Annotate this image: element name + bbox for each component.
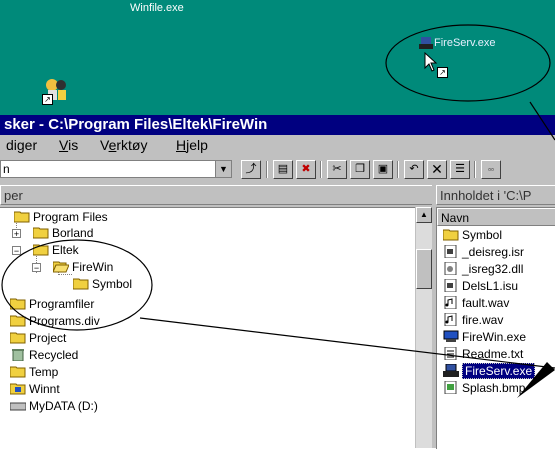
tree-item-recycled[interactable]: Recycled	[10, 347, 78, 364]
folder-icon	[10, 298, 26, 310]
list-item-fault-wav[interactable]: fault.wav	[443, 295, 509, 312]
delete-button[interactable]: ✕	[427, 160, 447, 179]
list-item-firewin-exe[interactable]: FireWin.exe	[443, 329, 526, 346]
expand-borland-button[interactable]: +	[12, 229, 21, 239]
title-bar[interactable]: sker - C:\Program Files\Eltek\FireWin	[0, 115, 555, 135]
toolbar-separator	[397, 161, 399, 178]
fireserv-desktop-label[interactable]: FireServ.exe	[434, 37, 496, 49]
pane-headers: per Innholdet i 'C:\P	[0, 185, 555, 205]
fireserv-shortcut-icon[interactable]	[419, 36, 433, 50]
properties-button[interactable]: ☰	[450, 160, 470, 179]
address-value: n	[3, 162, 10, 176]
toolbar-separator	[320, 161, 322, 178]
list-item-symbol[interactable]: Symbol	[443, 227, 502, 244]
tree-item-firewin[interactable]: FireWin	[53, 259, 113, 276]
open-folder-icon	[53, 261, 69, 273]
folder-tree: Program Files + Borland − Eltek − FireWi…	[0, 207, 415, 449]
menu-bar: diger Vis Verktøy Hjelp	[0, 135, 555, 155]
scroll-up-arrow-icon[interactable]: ▲	[416, 207, 432, 223]
folder-icon	[33, 227, 49, 239]
list-item-splash-bmp[interactable]: Splash.bmp	[443, 380, 525, 397]
sound-icon	[444, 313, 457, 326]
toolbar-separator	[266, 161, 268, 178]
dll-icon	[444, 262, 457, 275]
app-icon	[443, 330, 459, 342]
drive-icon	[10, 402, 26, 411]
list-item-readme[interactable]: Readme.txt	[443, 346, 523, 363]
cut-button[interactable]: ✂	[327, 160, 347, 179]
undo-button[interactable]: ↶	[404, 160, 424, 179]
file-icon	[444, 245, 457, 258]
text-icon	[444, 347, 457, 360]
up-one-level-button[interactable]: ⤴	[241, 160, 261, 179]
collapse-firewin-button[interactable]: −	[32, 263, 41, 273]
menu-rediger[interactable]: diger	[6, 135, 37, 155]
tree-item-borland[interactable]: Borland	[33, 225, 93, 242]
toolbar-separator	[474, 161, 476, 178]
menu-hjelp[interactable]: Hjelp	[176, 135, 208, 155]
image-icon	[444, 381, 457, 394]
mouse-cursor-icon	[424, 51, 438, 75]
winfile-shortcut-icon[interactable]: ↗	[42, 76, 72, 105]
chevron-down-icon[interactable]: ▼	[215, 161, 231, 177]
server-app-icon	[443, 364, 459, 377]
drag-shortcut-arrow-icon: ↗	[437, 67, 448, 78]
list-item-fireserv-exe[interactable]: FireServ.exe	[443, 363, 536, 380]
tree-item-temp[interactable]: Temp	[10, 364, 58, 381]
tree-item-project[interactable]: Project	[10, 330, 66, 347]
file-icon	[444, 279, 457, 292]
paste-button[interactable]: ▣	[373, 160, 393, 179]
folder-icon	[10, 315, 26, 327]
sound-icon	[444, 296, 457, 309]
tree-scrollbar[interactable]: ▲	[415, 207, 432, 448]
recycle-bin-icon	[12, 349, 24, 361]
tree-item-program-files[interactable]: Program Files	[14, 209, 108, 226]
file-list: Navn Symbol _deisreg.isr _isreg32.dll De…	[436, 207, 555, 449]
menu-vis[interactable]: Vis	[59, 135, 78, 155]
folder-icon	[14, 211, 30, 223]
scroll-thumb[interactable]	[416, 249, 432, 289]
tree-item-mydata-drive[interactable]: MyDATA (D:)	[10, 398, 98, 415]
list-item-deisreg[interactable]: _deisreg.isr	[443, 244, 524, 261]
tree-item-symbol[interactable]: Symbol	[73, 276, 132, 293]
large-icons-button[interactable]: ▫▫	[481, 160, 501, 179]
shortcut-arrow-icon: ↗	[42, 94, 53, 105]
tree-item-eltek[interactable]: Eltek	[33, 242, 79, 259]
folders-pane-header: per	[0, 185, 432, 205]
folder-icon	[73, 278, 89, 290]
winfile-desktop-label[interactable]: Winfile.exe	[130, 2, 184, 14]
list-item-isreg32[interactable]: _isreg32.dll	[443, 261, 523, 278]
list-item-delsl1[interactable]: DelsL1.isu	[443, 278, 518, 295]
folder-icon	[10, 332, 26, 344]
toolbar: n ▼ ⤴ ▤ ✖ ✂ ❐ ▣ ↶ ✕ ☰ ▫▫	[0, 157, 555, 183]
disconnect-drive-button[interactable]: ✖	[296, 160, 316, 179]
tree-item-winnt[interactable]: Winnt	[10, 381, 60, 398]
tree-item-programs-div[interactable]: Programs.div	[10, 313, 100, 330]
copy-button[interactable]: ❐	[350, 160, 370, 179]
name-column-header[interactable]: Navn	[437, 208, 555, 226]
folder-icon	[443, 229, 459, 241]
contents-pane-header: Innholdet i 'C:\P	[436, 185, 555, 205]
collapse-eltek-button[interactable]: −	[12, 246, 21, 256]
windows-folder-icon	[10, 383, 26, 395]
menu-verktoy[interactable]: Verktøy	[100, 135, 147, 155]
explorer-window: sker - C:\Program Files\Eltek\FireWin di…	[0, 115, 555, 449]
selected-file-label: FireServ.exe	[462, 363, 536, 379]
folder-icon	[33, 244, 49, 256]
desktop: Winfile.exe ↗ FireServ.exe ↗	[0, 0, 555, 115]
tree-item-programfiler[interactable]: Programfiler	[10, 296, 94, 313]
address-combo[interactable]: n ▼	[0, 160, 232, 178]
list-item-fire-wav[interactable]: fire.wav	[443, 312, 503, 329]
map-network-drive-button[interactable]: ▤	[273, 160, 293, 179]
folder-icon	[10, 366, 26, 378]
